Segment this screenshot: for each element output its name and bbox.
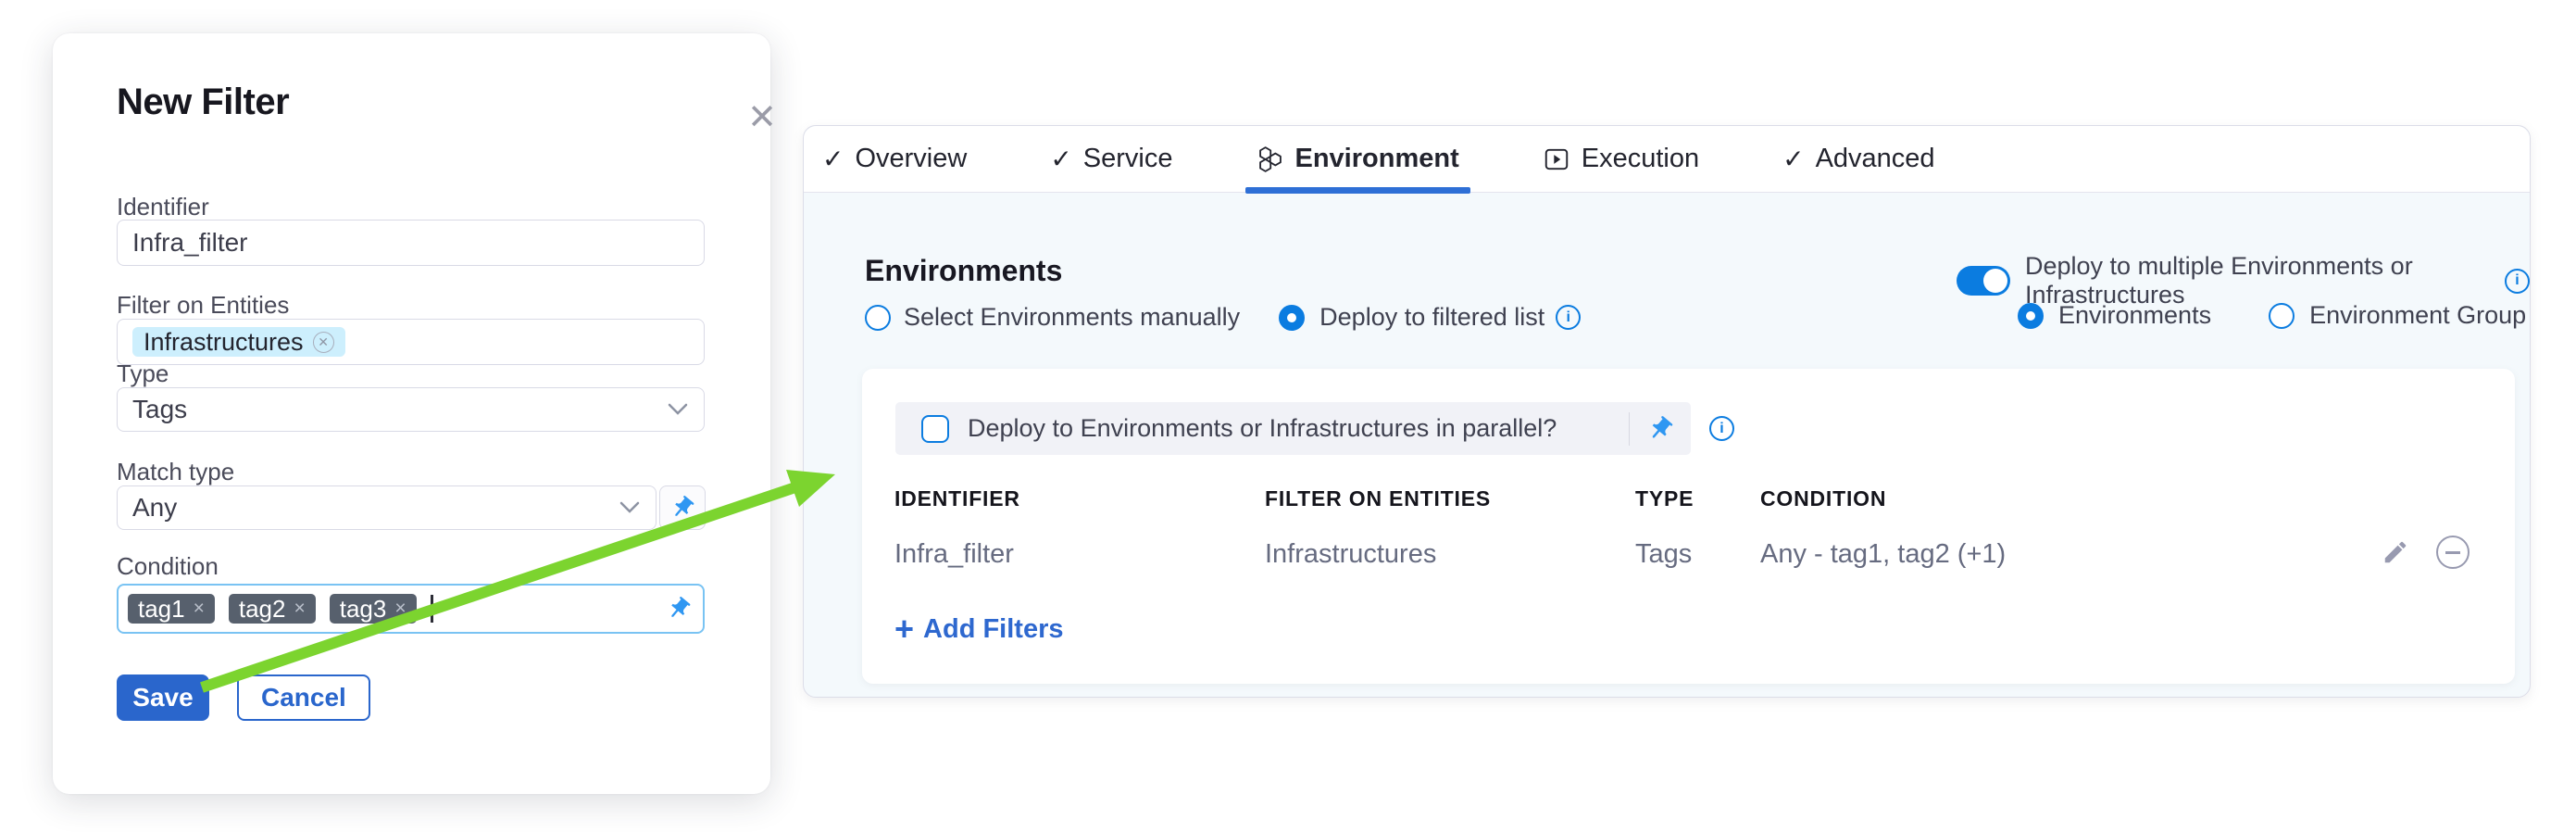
radio-label: Deploy to filtered list bbox=[1319, 303, 1544, 332]
tag-chip-label: tag2 bbox=[239, 595, 286, 624]
tab-label: Environment bbox=[1295, 144, 1459, 174]
pin-icon bbox=[660, 590, 696, 626]
add-filters-label: Add Filters bbox=[923, 614, 1063, 645]
type-select[interactable]: Tags bbox=[117, 387, 705, 432]
parallel-option-bar: Deploy to Environments or Infrastructure… bbox=[895, 402, 1691, 455]
col-header-filter-on-entities: FILTER ON ENTITIES bbox=[1265, 486, 1491, 511]
tag-chip-remove-icon[interactable]: × bbox=[394, 598, 406, 620]
tag-chip-remove-icon[interactable]: × bbox=[194, 598, 205, 620]
toggle-knob bbox=[1983, 269, 2007, 293]
identifier-label: Identifier bbox=[117, 193, 209, 221]
filters-card: Deploy to Environments or Infrastructure… bbox=[862, 369, 2515, 684]
tag-chip: tag1 × bbox=[128, 594, 215, 624]
condition-input[interactable]: tag1 × tag2 × tag3 × bbox=[117, 584, 705, 634]
row-filter-on-entities: Infrastructures bbox=[1265, 539, 1436, 570]
environment-tab-body: Environments Select Environments manuall… bbox=[804, 193, 2530, 697]
pipeline-stage-panel: ✓ Overview ✓ Service Environment bbox=[803, 125, 2531, 698]
pencil-icon bbox=[2382, 538, 2409, 566]
match-type-pin-button[interactable] bbox=[659, 485, 706, 530]
identifier-input[interactable] bbox=[117, 220, 705, 266]
radio-select-environments-manually[interactable] bbox=[865, 305, 891, 331]
play-box-icon bbox=[1543, 145, 1570, 173]
tab-label: Overview bbox=[855, 144, 967, 174]
match-type-label: Match type bbox=[117, 458, 234, 486]
radio-environments[interactable] bbox=[2018, 303, 2044, 329]
pin-icon bbox=[664, 489, 700, 525]
radio-deploy-to-filtered-list[interactable] bbox=[1279, 305, 1305, 331]
edit-filter-button[interactable] bbox=[2377, 534, 2414, 571]
entity-chip-label: Infrastructures bbox=[144, 328, 304, 357]
tab-overview[interactable]: ✓ Overview bbox=[822, 126, 967, 193]
modal-title: New Filter bbox=[117, 82, 289, 123]
check-icon: ✓ bbox=[822, 144, 844, 174]
col-header-condition: CONDITION bbox=[1760, 486, 1886, 511]
parallel-checkbox-label: Deploy to Environments or Infrastructure… bbox=[968, 414, 1629, 443]
radio-label: Environment Group bbox=[2309, 301, 2526, 330]
text-cursor bbox=[431, 595, 433, 623]
stage-tabbar: ✓ Overview ✓ Service Environment bbox=[804, 126, 2530, 193]
parallel-pin-button[interactable] bbox=[1646, 415, 1674, 443]
deploy-multiple-toggle[interactable] bbox=[1957, 266, 2010, 296]
info-icon[interactable]: i bbox=[2505, 269, 2530, 294]
divider bbox=[1629, 412, 1630, 446]
info-icon[interactable]: i bbox=[1556, 305, 1581, 330]
tag-chip-remove-icon[interactable]: × bbox=[294, 598, 305, 620]
row-condition: Any - tag1, tag2 (+1) bbox=[1760, 539, 2006, 570]
radio-label: Environments bbox=[2058, 301, 2211, 330]
tab-advanced[interactable]: ✓ Advanced bbox=[1782, 126, 1934, 193]
tab-environment[interactable]: Environment bbox=[1257, 126, 1459, 193]
col-header-identifier: IDENTIFIER bbox=[894, 486, 1020, 511]
row-identifier: Infra_filter bbox=[894, 539, 1014, 570]
add-filters-button[interactable]: + Add Filters bbox=[894, 612, 1064, 646]
radio-environment-group[interactable] bbox=[2269, 303, 2295, 329]
chevron-down-icon bbox=[667, 402, 689, 417]
check-icon: ✓ bbox=[1782, 144, 1804, 174]
tab-service[interactable]: ✓ Service bbox=[1050, 126, 1172, 193]
type-label: Type bbox=[117, 359, 169, 388]
match-type-select[interactable]: Any bbox=[117, 485, 657, 530]
condition-label: Condition bbox=[117, 552, 219, 581]
tab-execution[interactable]: Execution bbox=[1543, 126, 1699, 193]
pin-icon bbox=[1641, 409, 1680, 448]
condition-pin-button[interactable] bbox=[666, 596, 692, 622]
info-icon[interactable]: i bbox=[1709, 416, 1734, 441]
check-icon: ✓ bbox=[1050, 144, 1071, 174]
entity-chip-remove-icon[interactable]: ✕ bbox=[313, 332, 334, 353]
tab-label: Advanced bbox=[1816, 144, 1935, 174]
close-icon[interactable]: ✕ bbox=[736, 91, 788, 143]
match-type-select-value: Any bbox=[132, 493, 177, 523]
tag-chip-label: tag1 bbox=[138, 595, 185, 624]
parallel-checkbox[interactable] bbox=[921, 415, 949, 443]
tag-chip: tag3 × bbox=[330, 594, 417, 624]
tag-chip-label: tag3 bbox=[340, 595, 387, 624]
entity-chip: Infrastructures ✕ bbox=[132, 327, 345, 357]
cancel-button[interactable]: Cancel bbox=[237, 674, 370, 721]
tab-label: Service bbox=[1083, 144, 1173, 174]
tab-label: Execution bbox=[1582, 144, 1699, 174]
chevron-down-icon bbox=[619, 500, 641, 515]
type-select-value: Tags bbox=[132, 395, 187, 424]
screen: New Filter ✕ Identifier Filter on Entiti… bbox=[0, 0, 2576, 832]
minus-circle-icon bbox=[2436, 536, 2470, 569]
filter-on-entities-input[interactable]: Infrastructures ✕ bbox=[117, 319, 705, 365]
radio-label: Select Environments manually bbox=[904, 303, 1240, 332]
new-filter-modal: New Filter ✕ Identifier Filter on Entiti… bbox=[53, 33, 770, 794]
filter-on-entities-label: Filter on Entities bbox=[117, 291, 289, 320]
hexagon-cluster-icon bbox=[1257, 145, 1284, 173]
environments-heading: Environments bbox=[865, 254, 1062, 288]
col-header-type: TYPE bbox=[1635, 486, 1694, 511]
remove-filter-button[interactable] bbox=[2434, 534, 2471, 571]
plus-icon: + bbox=[894, 612, 914, 646]
save-button[interactable]: Save bbox=[117, 674, 209, 721]
tag-chip: tag2 × bbox=[229, 594, 316, 624]
row-type: Tags bbox=[1635, 539, 1692, 570]
